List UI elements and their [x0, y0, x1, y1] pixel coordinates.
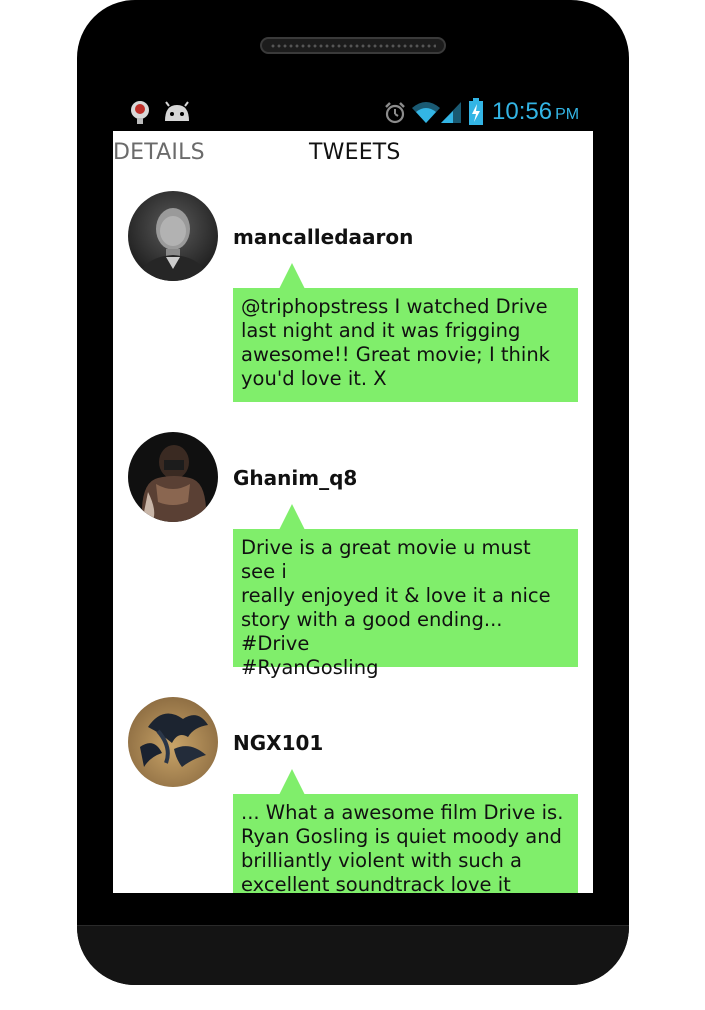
- tweet-username[interactable]: NGX101: [233, 731, 323, 755]
- tweet-username[interactable]: Ghanim_q8: [233, 466, 357, 490]
- bubble-pointer: [279, 263, 305, 289]
- bubble-pointer: [279, 769, 305, 795]
- tab-bar: DETAILS TWEETS: [113, 131, 593, 179]
- tweet-text-bubble: ... What a awesome film Drive is. Ryan G…: [233, 794, 578, 893]
- tweet-text-bubble: Drive is a great movie u must see i real…: [233, 529, 578, 679]
- phone-chin: [77, 925, 629, 985]
- bubble-pointer: [279, 504, 305, 530]
- android-debug-icon[interactable]: [163, 101, 191, 127]
- status-clock: 10:56 PM: [492, 98, 579, 126]
- avatar[interactable]: [128, 432, 218, 522]
- tweet-text-bubble: @triphopstress I watched Drive last nigh…: [233, 288, 578, 402]
- avatar[interactable]: [128, 191, 218, 281]
- earpiece-speaker: [260, 37, 446, 54]
- notification-app-icon[interactable]: [129, 99, 151, 129]
- status-bar: 10:56 PM: [113, 96, 593, 130]
- battery-charging-icon: [468, 98, 484, 130]
- avatar[interactable]: [128, 697, 218, 787]
- clock-time: 10:56: [492, 98, 553, 125]
- tab-details[interactable]: DETAILS: [113, 140, 205, 165]
- alarm-icon: [383, 101, 407, 129]
- app-screen: DETAILS TWEETS mancalledaaron @triphopst…: [113, 131, 593, 893]
- signal-icon: [439, 100, 463, 128]
- tab-tweets[interactable]: TWEETS: [309, 140, 401, 165]
- wifi-icon: [411, 99, 441, 129]
- tweet-username[interactable]: mancalledaaron: [233, 225, 413, 249]
- clock-ampm: PM: [555, 106, 580, 123]
